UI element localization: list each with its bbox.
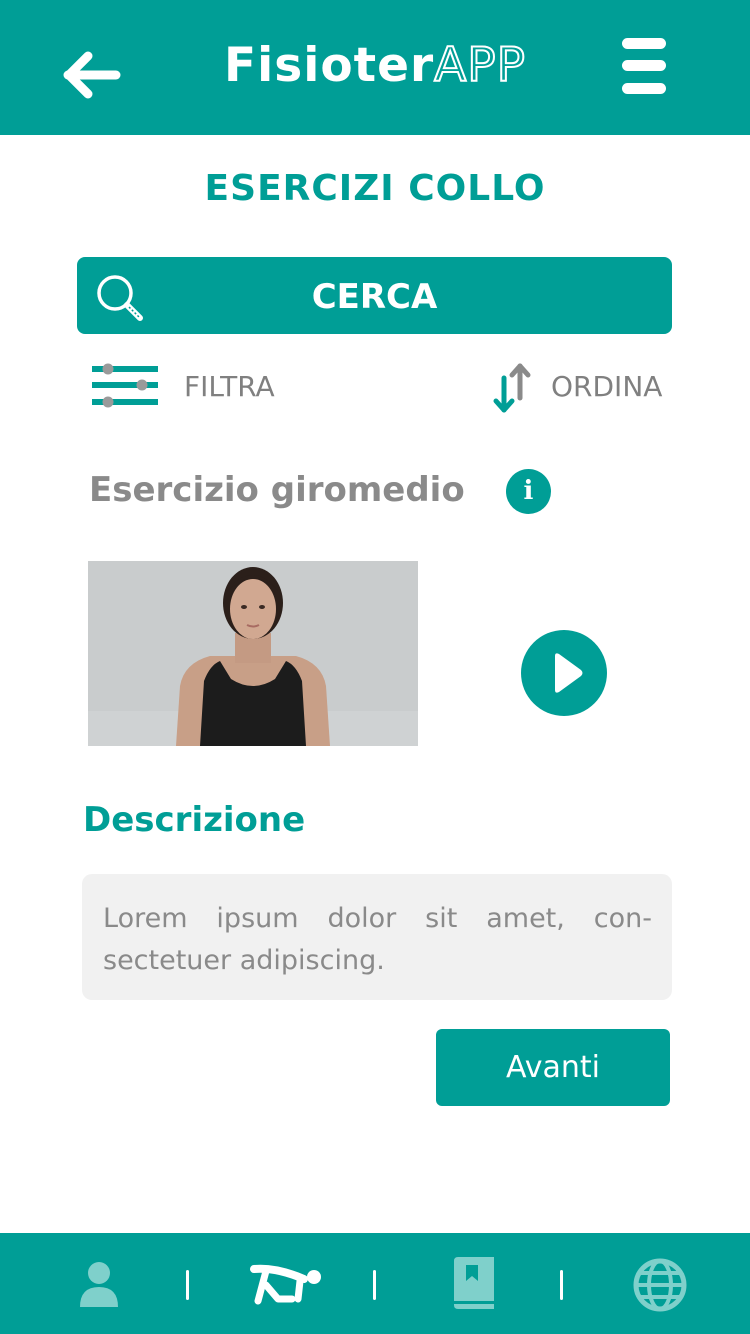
play-icon: [555, 653, 583, 693]
nav-divider: [560, 1270, 563, 1300]
description-heading: Descrizione: [83, 800, 306, 840]
arrow-left-icon: [63, 51, 121, 99]
exercise-icon: [250, 1264, 321, 1305]
sort-arrows-icon: [493, 363, 531, 413]
exercise-title: Esercizio giromedio: [89, 470, 465, 510]
search-label: CERCA: [311, 277, 438, 317]
exercise-video-thumbnail[interactable]: [88, 561, 418, 746]
description-text: Lorem ipsum dolor sit amet, con-sectetue…: [82, 874, 672, 1000]
menu-button[interactable]: [620, 38, 670, 98]
user-icon: [80, 1262, 118, 1307]
woman-exercise-image: [88, 561, 418, 746]
hamburger-menu-icon: [622, 38, 666, 49]
filter-sliders-icon: [92, 363, 158, 408]
sort-label: ORDINA: [551, 370, 663, 403]
app-logo: FisioterAPP: [175, 37, 575, 94]
search-button[interactable]: CERCA: [77, 257, 672, 334]
filter-button[interactable]: FILTRA: [90, 360, 310, 414]
nav-item-web[interactable]: [632, 1253, 688, 1313]
brand-suffix: APP: [433, 37, 526, 94]
brand-name: Fisioter: [224, 38, 435, 93]
filter-label: FILTRA: [184, 370, 275, 403]
next-button[interactable]: Avanti: [436, 1029, 670, 1106]
hamburger-line: [622, 83, 666, 94]
info-icon[interactable]: i: [506, 469, 551, 514]
back-button[interactable]: [62, 48, 124, 102]
sort-button[interactable]: ORDINA: [490, 360, 680, 414]
play-button[interactable]: [521, 630, 607, 716]
globe-icon: [633, 1258, 687, 1312]
bottom-navigation: [0, 1233, 750, 1334]
nav-item-exercises[interactable]: [248, 1253, 324, 1313]
nav-divider: [186, 1270, 189, 1300]
page-title: ESERCIZI COLLO: [204, 168, 546, 209]
nav-item-library[interactable]: [450, 1253, 496, 1313]
nav-item-profile[interactable]: [76, 1253, 122, 1313]
book-icon: [454, 1257, 494, 1309]
nav-divider: [373, 1270, 376, 1300]
app-header: FisioterAPP: [0, 0, 750, 135]
hamburger-line: [622, 60, 666, 71]
